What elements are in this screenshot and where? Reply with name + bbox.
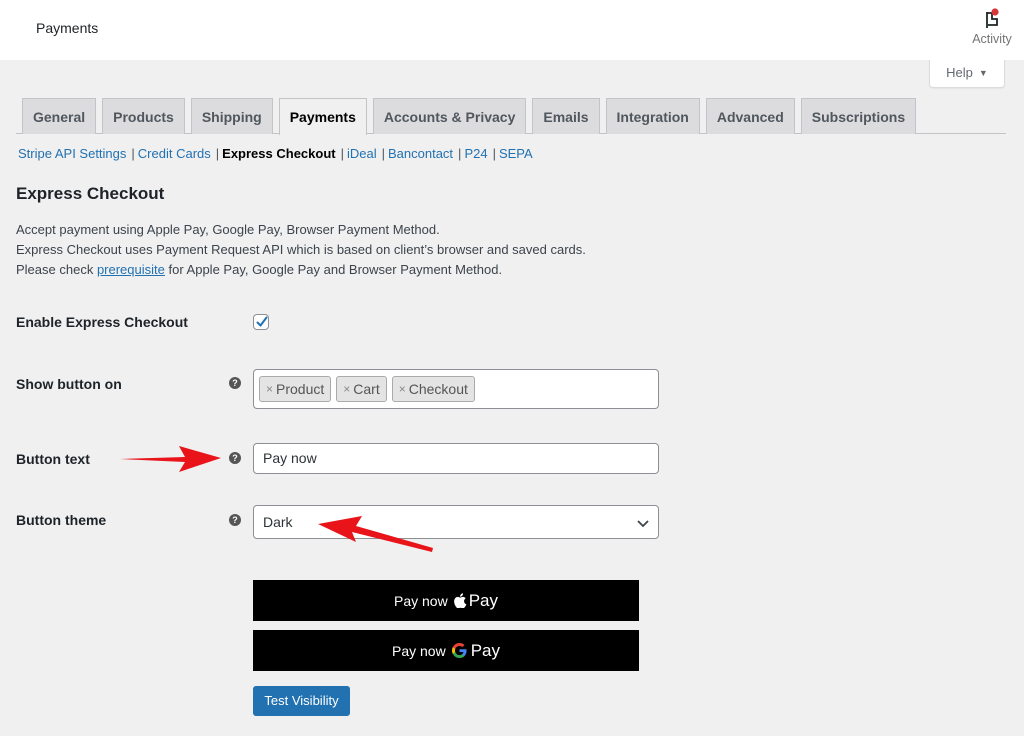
enable-express-checkout-label: Enable Express Checkout (16, 314, 188, 330)
tab-general[interactable]: General (22, 98, 97, 134)
separator: | (381, 146, 385, 161)
chip-product: × Product (259, 376, 332, 402)
apple-pay-brand: Pay (453, 590, 498, 611)
show-button-on-label: Show button on (16, 376, 122, 392)
apple-logo-icon (453, 593, 467, 608)
description-text: for Apple Pay, Google Pay and Browser Pa… (164, 262, 503, 277)
button-text-input[interactable]: Pay now (253, 443, 659, 474)
activity-button[interactable]: Activity (970, 6, 1014, 46)
test-visibility-button[interactable]: Test Visibility (253, 686, 350, 716)
pay-button-text: Pay now (392, 642, 446, 659)
separator: | (458, 146, 462, 161)
help-tip-icon[interactable]: ? (229, 514, 241, 526)
enable-express-checkout-checkbox[interactable] (253, 314, 269, 330)
pay-button-text: Pay now (394, 592, 448, 609)
section-title: Express Checkout (16, 184, 165, 203)
section-description: Accept payment using Apple Pay, Google P… (16, 220, 586, 280)
chip-label: Checkout (408, 381, 468, 397)
chip-label: Product (276, 381, 325, 397)
top-bar: Payments Activity (0, 0, 1024, 60)
description-line: Please check prerequisite for Apple Pay,… (16, 260, 586, 280)
google-g-logo-icon (451, 643, 467, 658)
subnav-express-checkout: Express Checkout (222, 146, 336, 161)
subnav-ideal[interactable]: iDeal (347, 146, 377, 161)
chevron-down-icon (637, 520, 649, 528)
tab-payments[interactable]: Payments (278, 98, 367, 135)
chip-checkout: × Checkout (391, 376, 475, 402)
remove-chip-icon[interactable]: × (343, 377, 350, 401)
description-text: Please check (16, 262, 97, 277)
separator: | (492, 146, 496, 161)
payment-subnav: Stripe API Settings | Credit Cards | Express… (18, 146, 533, 161)
show-button-on-multiselect[interactable]: × Product × Cart × Checkout (253, 369, 659, 409)
button-text-label: Button text (16, 451, 90, 467)
google-pay-preview-button[interactable]: Pay now Pay (253, 630, 639, 671)
help-tip-icon[interactable]: ? (229, 377, 241, 389)
tab-products[interactable]: Products (102, 98, 185, 134)
tab-advanced[interactable]: Advanced (705, 98, 795, 134)
prerequisite-link[interactable]: prerequisite (97, 262, 165, 277)
subnav-credit-cards[interactable]: Credit Cards (138, 146, 211, 161)
selected-value: Dark (263, 514, 293, 530)
help-label: Help (946, 65, 973, 80)
tab-emails[interactable]: Emails (532, 98, 600, 134)
chip-label: Cart (353, 381, 380, 397)
tab-shipping[interactable]: Shipping (190, 98, 273, 134)
description-line: Express Checkout uses Payment Request AP… (16, 242, 586, 257)
flag-icon (986, 8, 999, 28)
subnav-bancontact[interactable]: Bancontact (388, 146, 453, 161)
button-theme-label: Button theme (16, 512, 107, 528)
help-tab-button[interactable]: Help ▼ (929, 60, 1005, 88)
subnav-stripe-api-settings[interactable]: Stripe API Settings (18, 146, 126, 161)
subnav-sepa[interactable]: SEPA (499, 146, 533, 161)
tab-accounts-privacy[interactable]: Accounts & Privacy (372, 98, 527, 134)
annotation-arrow-button-text (120, 446, 221, 472)
apple-pay-preview-button[interactable]: Pay now Pay (253, 580, 639, 621)
separator: | (131, 146, 135, 161)
activity-label: Activity (972, 32, 1012, 46)
tab-subscriptions[interactable]: Subscriptions (800, 98, 917, 134)
notification-dot (991, 8, 999, 16)
subnav-p24[interactable]: P24 (464, 146, 487, 161)
brand-label: Pay (468, 590, 498, 610)
help-tip-icon[interactable]: ? (229, 452, 241, 464)
google-pay-brand: Pay (451, 640, 500, 661)
separator: | (340, 146, 344, 161)
separator: | (215, 146, 220, 161)
button-theme-select[interactable]: Dark (253, 505, 659, 539)
checkmark-icon (256, 316, 268, 327)
chip-cart: × Cart (336, 376, 387, 402)
remove-chip-icon[interactable]: × (266, 377, 273, 401)
settings-tabs: General Products Shipping Payments Accou… (16, 98, 1006, 135)
caret-down-icon: ▼ (978, 68, 988, 78)
remove-chip-icon[interactable]: × (399, 377, 406, 401)
page-title: Payments (36, 20, 99, 36)
brand-label: Pay (470, 640, 500, 660)
description-line: Accept payment using Apple Pay, Google P… (16, 222, 440, 237)
tab-integration[interactable]: Integration (605, 98, 700, 134)
